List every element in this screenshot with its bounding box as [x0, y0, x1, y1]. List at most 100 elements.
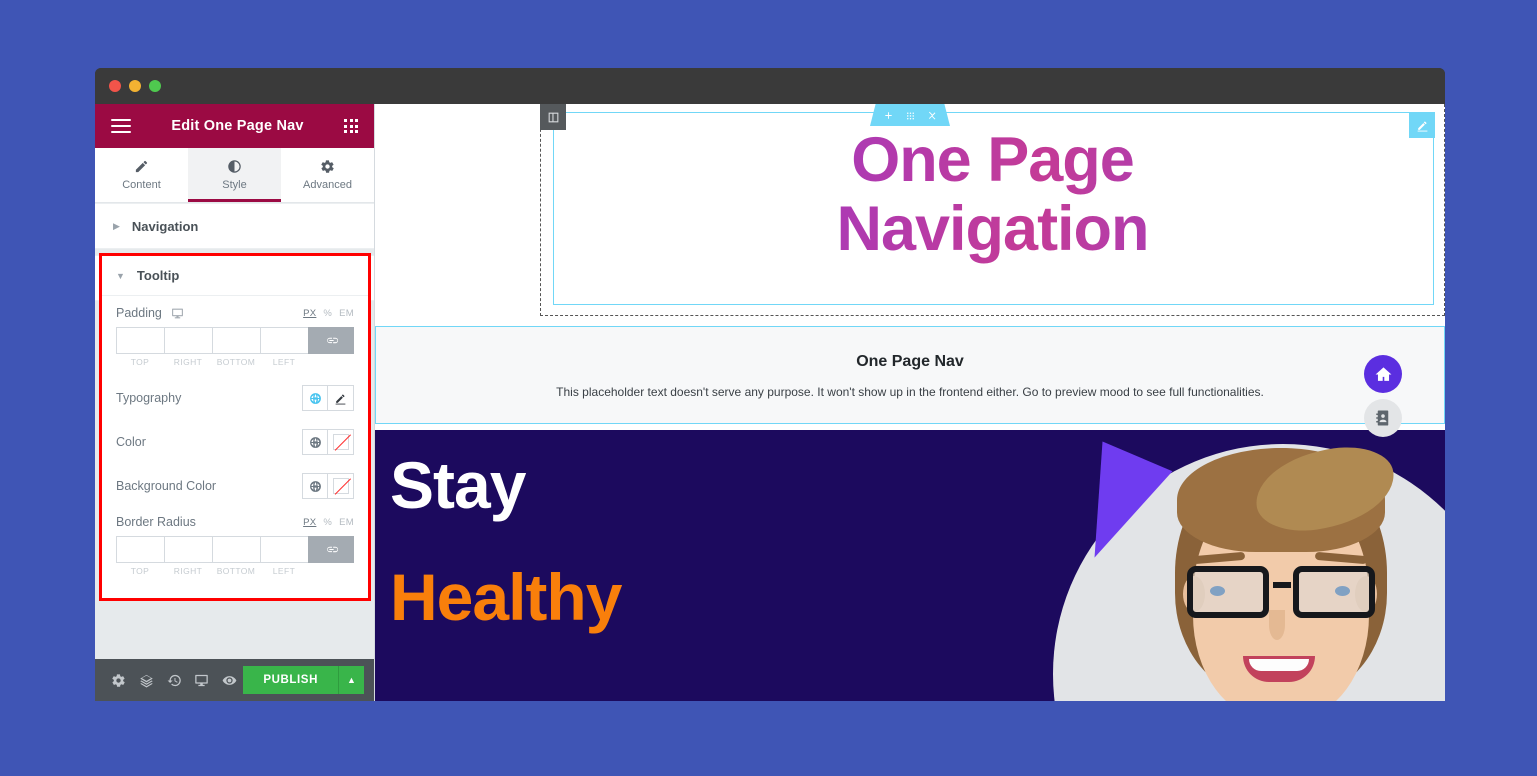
globe-icon[interactable] [302, 429, 328, 455]
control-color: Color [102, 413, 368, 457]
typography-label: Typography [116, 391, 182, 405]
border-radius-captions: TOP RIGHT BOTTOM LEFT [116, 566, 354, 576]
unit-px[interactable]: PX [303, 517, 316, 528]
window-close-button[interactable] [109, 80, 121, 92]
onepagenav-description: This placeholder text doesn't serve any … [556, 385, 1264, 399]
control-padding: Padding PX % EM TOP RIGHT BOTTOM LEFT [102, 296, 368, 369]
padding-left-caption: LEFT [272, 357, 296, 367]
panel-header: Edit One Page Nav [95, 104, 374, 148]
border-radius-left-caption: LEFT [272, 566, 296, 576]
link-icon[interactable] [308, 327, 354, 354]
window-minimize-button[interactable] [129, 80, 141, 92]
grid-icon[interactable] [344, 119, 358, 133]
contrast-icon [228, 160, 241, 173]
history-icon[interactable] [160, 659, 188, 701]
add-section-plus-icon[interactable] [883, 110, 894, 121]
layers-icon[interactable] [133, 659, 161, 701]
accordion-tooltip-label: Tooltip [136, 268, 180, 283]
heading-healthy: Healthy [390, 560, 622, 634]
stayhealthy-headings: Stay Healthy [390, 448, 622, 634]
pencil-icon [135, 160, 148, 173]
browser-window: Edit One Page Nav Content Style Advanced [95, 68, 1445, 701]
padding-right-caption: RIGHT [173, 357, 203, 367]
canvas-section-onepagenav[interactable]: One Page Nav This placeholder text doesn… [375, 326, 1445, 424]
border-radius-left-input[interactable] [260, 536, 308, 563]
unit-em[interactable]: EM [339, 308, 354, 319]
control-border-radius: Border Radius PX % EM TOP RIGHT BOTTOM L… [102, 501, 368, 578]
heading-stay: Stay [390, 448, 526, 522]
hero-heading-line2: Navigation [836, 194, 1149, 265]
portrait-photo [1045, 430, 1445, 701]
color-label: Color [116, 435, 146, 449]
section-toolbar [870, 104, 950, 126]
tab-advanced-label: Advanced [303, 179, 352, 191]
border-radius-right-caption: RIGHT [173, 566, 203, 576]
preview-eye-icon[interactable] [216, 659, 244, 701]
padding-units: PX % EM [303, 308, 354, 319]
tab-content-label: Content [122, 179, 161, 191]
chevron-right-icon: ▶ [113, 220, 120, 231]
nav-dot-home[interactable] [1364, 355, 1402, 393]
window-titlebar [95, 68, 1445, 104]
border-radius-units: PX % EM [303, 517, 354, 528]
woman-portrait-illustration [1135, 440, 1425, 701]
publish-options-caret-icon[interactable]: ▲ [338, 666, 364, 694]
link-icon[interactable] [308, 536, 354, 563]
hamburger-icon[interactable] [111, 118, 131, 134]
responsive-icon[interactable] [188, 659, 216, 701]
settings-gear-icon[interactable] [105, 659, 133, 701]
background-color-swatch[interactable] [328, 473, 354, 499]
tab-advanced[interactable]: Advanced [281, 148, 374, 202]
tab-style-label: Style [222, 179, 247, 191]
padding-bottom-input[interactable] [212, 327, 260, 354]
tab-style[interactable]: Style [188, 148, 281, 202]
globe-icon[interactable] [302, 385, 328, 411]
publish-button[interactable]: PUBLISH [243, 666, 338, 694]
background-color-label: Background Color [116, 479, 217, 493]
edit-widget-pencil-icon[interactable] [1409, 112, 1435, 138]
padding-left-input[interactable] [260, 327, 308, 354]
tooltip-section-highlight: ▼ Tooltip Padding PX % EM TOP RIGHT BOTT… [99, 253, 371, 601]
accordion-navigation[interactable]: ▶ Navigation [95, 203, 374, 249]
empty-color-swatch [332, 434, 349, 450]
drag-handle-icon[interactable] [905, 110, 916, 121]
gear-icon [321, 160, 334, 173]
padding-top-input[interactable] [116, 327, 164, 354]
unit-px[interactable]: PX [303, 308, 316, 319]
section-columns-icon[interactable] [540, 104, 566, 130]
home-icon [1375, 366, 1391, 381]
hero-heading: One Page Navigation [541, 126, 1444, 265]
border-radius-bottom-input[interactable] [212, 536, 260, 563]
panel-sections: ▶ Navigation ▶ Navigation Content ▼ Tool… [95, 203, 374, 659]
accordion-tooltip[interactable]: ▼ Tooltip [102, 256, 368, 296]
nav-dot-contact[interactable] [1364, 399, 1402, 437]
border-radius-label: Border Radius [116, 515, 196, 529]
panel-tabs: Content Style Advanced [95, 148, 374, 203]
desktop-icon[interactable] [171, 307, 184, 320]
tab-content[interactable]: Content [95, 148, 188, 202]
empty-color-swatch [332, 478, 349, 494]
typography-edit-pencil-icon[interactable] [328, 385, 354, 411]
border-radius-bottom-caption: BOTTOM [216, 566, 256, 576]
control-typography: Typography [102, 369, 368, 413]
address-book-icon [1376, 410, 1389, 426]
close-icon[interactable] [927, 110, 938, 121]
padding-right-input[interactable] [164, 327, 212, 354]
color-swatch[interactable] [328, 429, 354, 455]
unit-percent[interactable]: % [323, 517, 332, 528]
globe-icon[interactable] [302, 473, 328, 499]
border-radius-right-input[interactable] [164, 536, 212, 563]
padding-label: Padding [116, 306, 162, 320]
unit-percent[interactable]: % [323, 308, 332, 319]
unit-em[interactable]: EM [339, 517, 354, 528]
canvas-section-stayhealthy[interactable]: Stay Healthy [375, 430, 1445, 701]
canvas-section-heading[interactable]: One Page Navigation [540, 104, 1445, 316]
window-maximize-button[interactable] [149, 80, 161, 92]
preview-canvas: One Page Navigation One Page Nav This pl… [375, 104, 1445, 701]
padding-bottom-caption: BOTTOM [216, 357, 256, 367]
border-radius-top-input[interactable] [116, 536, 164, 563]
accordion-navigation-label: Navigation [131, 218, 199, 234]
border-radius-top-caption: TOP [130, 566, 150, 576]
